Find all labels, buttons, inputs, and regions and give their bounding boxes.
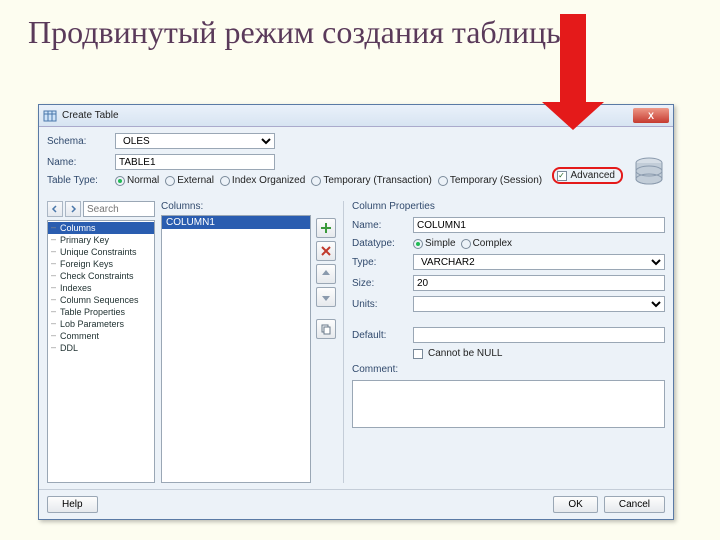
nav-next-button[interactable] bbox=[65, 201, 81, 217]
radio-simple-label: Simple bbox=[425, 238, 456, 249]
radio-temp-transaction[interactable]: Temporary (Transaction) bbox=[311, 175, 432, 186]
help-button[interactable]: Help bbox=[47, 496, 98, 513]
schema-label: Schema: bbox=[47, 136, 109, 147]
prop-type-select[interactable]: VARCHAR2 bbox=[413, 254, 665, 270]
nav-prev-button[interactable] bbox=[47, 201, 63, 217]
prop-name-label: Name: bbox=[352, 220, 408, 231]
tree-item-lob-parameters[interactable]: Lob Parameters bbox=[48, 318, 154, 330]
radio-complex-label: Complex bbox=[473, 238, 512, 249]
column-item[interactable]: COLUMN1 bbox=[162, 216, 310, 229]
tabletype-radio-group: Normal External Index Organized Temporar… bbox=[115, 175, 542, 186]
prop-units-select[interactable] bbox=[413, 296, 665, 312]
radio-external[interactable]: External bbox=[165, 175, 214, 186]
copy-column-button[interactable] bbox=[316, 319, 336, 339]
prop-size-input[interactable] bbox=[413, 275, 665, 291]
dialog-title: Create Table bbox=[62, 110, 119, 121]
prop-datatype-label: Datatype: bbox=[352, 238, 408, 249]
tabletype-label: Table Type: bbox=[47, 175, 109, 186]
tree-item-unique-constraints[interactable]: Unique Constraints bbox=[48, 246, 154, 258]
red-arrow-callout bbox=[530, 14, 620, 134]
notnull-checkbox[interactable] bbox=[413, 349, 423, 359]
table-name-input[interactable] bbox=[115, 154, 275, 170]
radio-simple[interactable]: Simple bbox=[413, 238, 456, 249]
tree-item-indexes[interactable]: Indexes bbox=[48, 282, 154, 294]
radio-normal-label: Normal bbox=[127, 175, 159, 186]
close-button[interactable]: X bbox=[633, 108, 669, 123]
tree-item-columns[interactable]: Columns bbox=[48, 222, 154, 234]
prop-comment-label: Comment: bbox=[352, 364, 408, 375]
advanced-checkbox-highlighted[interactable]: Advanced bbox=[552, 167, 623, 184]
radio-normal[interactable]: Normal bbox=[115, 175, 159, 186]
prop-default-label: Default: bbox=[352, 330, 408, 341]
prop-default-input[interactable] bbox=[413, 327, 665, 343]
prop-size-label: Size: bbox=[352, 278, 408, 289]
advanced-check-icon bbox=[557, 171, 567, 181]
tree-item-check-constraints[interactable]: Check Constraints bbox=[48, 270, 154, 282]
table-icon bbox=[43, 109, 57, 123]
advanced-label: Advanced bbox=[571, 170, 615, 181]
ok-button[interactable]: OK bbox=[553, 496, 597, 513]
tree-item-comment[interactable]: Comment bbox=[48, 330, 154, 342]
prop-units-label: Units: bbox=[352, 299, 408, 310]
create-table-dialog: Create Table X Schema: OLES Advanced Nam… bbox=[38, 104, 674, 520]
tree-search-input[interactable] bbox=[83, 201, 155, 217]
move-down-button[interactable] bbox=[316, 287, 336, 307]
columns-header: Columns: bbox=[161, 201, 311, 212]
column-properties-header: Column Properties bbox=[352, 201, 665, 212]
schema-select[interactable]: OLES bbox=[115, 133, 275, 149]
name-label: Name: bbox=[47, 157, 109, 168]
radio-index-label: Index Organized bbox=[232, 175, 305, 186]
tree-item-table-properties[interactable]: Table Properties bbox=[48, 306, 154, 318]
prop-comment-textarea[interactable] bbox=[352, 380, 665, 428]
radio-temptx-label: Temporary (Transaction) bbox=[323, 175, 432, 186]
prop-type-label: Type: bbox=[352, 257, 408, 268]
add-column-button[interactable] bbox=[316, 218, 336, 238]
tree-item-column-sequences[interactable]: Column Sequences bbox=[48, 294, 154, 306]
cancel-button[interactable]: Cancel bbox=[604, 496, 665, 513]
notnull-label: Cannot be NULL bbox=[428, 348, 503, 359]
columns-list[interactable]: COLUMN1 bbox=[161, 215, 311, 483]
tree-item-primary-key[interactable]: Primary Key bbox=[48, 234, 154, 246]
radio-external-label: External bbox=[177, 175, 214, 186]
tree-item-ddl[interactable]: DDL bbox=[48, 342, 154, 354]
category-tree[interactable]: Columns Primary Key Unique Constraints F… bbox=[47, 220, 155, 483]
move-up-button[interactable] bbox=[316, 264, 336, 284]
radio-temp-session[interactable]: Temporary (Session) bbox=[438, 175, 542, 186]
tree-item-foreign-keys[interactable]: Foreign Keys bbox=[48, 258, 154, 270]
radio-tempsess-label: Temporary (Session) bbox=[450, 175, 542, 186]
radio-complex[interactable]: Complex bbox=[461, 238, 512, 249]
radio-index-organized[interactable]: Index Organized bbox=[220, 175, 305, 186]
remove-column-button[interactable] bbox=[316, 241, 336, 261]
prop-name-input[interactable] bbox=[413, 217, 665, 233]
database-icon bbox=[631, 155, 667, 191]
